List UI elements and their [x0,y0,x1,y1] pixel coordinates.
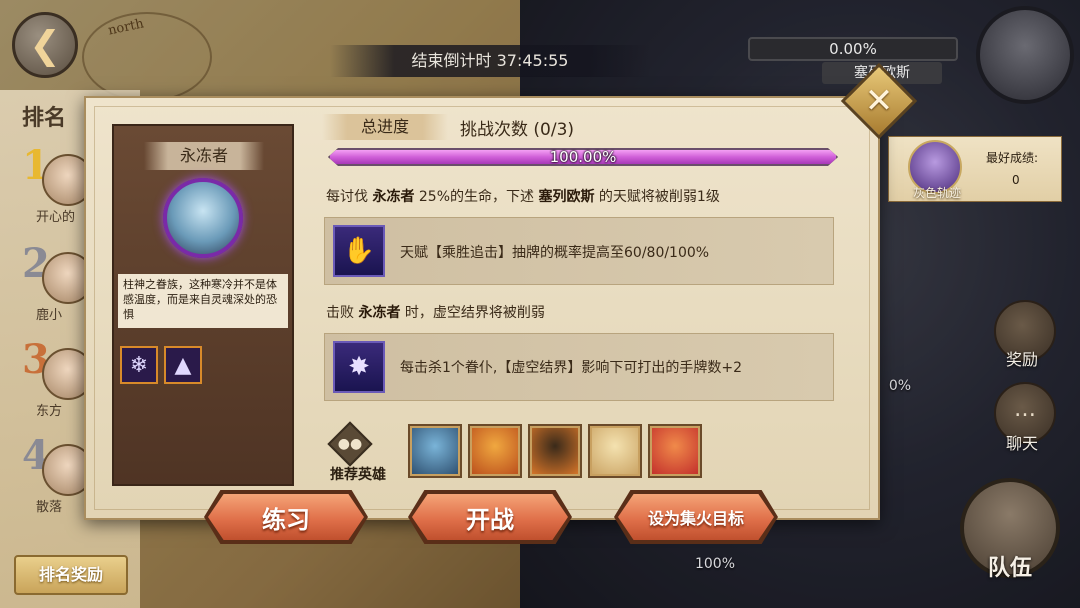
best-score-label: 最好成绩: [986,151,1039,165]
boss-card-name: 永冻者 [144,142,264,170]
rank-title: 排名 [22,106,67,131]
people-icon: ●● [337,436,363,452]
rule-text: 25%的生命，下述 [414,189,539,205]
ice-spikes-icon[interactable]: ▲ [164,346,202,384]
best-score-player-name: 灰色轨迹 [912,186,961,200]
fist-talent-icon: ✋ [333,225,385,277]
boss-portrait[interactable] [976,6,1074,104]
chat-label: 聊天 [1005,434,1038,453]
rule-boss-name: 永冻者 [358,305,401,321]
rank-player-name: 散落 [36,500,63,515]
rule-target-name: 塞列欧斯 [538,189,595,205]
weaken-rule-1: 每讨伐 永冻者 25%的生命，下述 塞列欧斯 的天赋将被削弱1级 [326,186,720,206]
rank-player-name: 东方 [36,404,63,419]
recommended-heroes-label: 推荐英雄 [330,467,386,483]
hero-portrait[interactable] [408,424,462,478]
rank-reward-button[interactable]: 排名奖励 [14,555,128,595]
reward-label: 奖励 [1005,350,1038,369]
hero-portrait[interactable] [588,424,642,478]
progress-text: 100.00% [549,148,617,166]
hero-portrait[interactable] [528,424,582,478]
event-countdown: 结束倒计时 37:45:55 [330,45,650,77]
rule-text: 每讨伐 [326,189,373,205]
hero-portrait[interactable] [468,424,522,478]
rule-boss-name: 永冻者 [372,189,415,205]
node-percent: 100% [694,556,736,572]
team-label: 队伍 [987,556,1032,581]
effect-text-2: 每击杀1个眷仆,【虚空结界】影响下可打出的手牌数+2 [400,360,742,376]
back-button[interactable]: ❮ [12,12,78,78]
boss-percent: 0.00% [748,37,958,61]
rule-text: 时，虚空结界将被削弱 [400,305,545,321]
rule-text: 的天赋将被削弱1级 [594,189,720,205]
node-percent: 0% [888,378,912,394]
focus-target-button[interactable]: 设为集火目标 [618,494,774,540]
rule-text: 击败 [326,305,359,321]
practice-button[interactable]: 练习 [208,494,364,540]
chat-bubble-icon: … [1014,397,1036,422]
best-score-value: 0 [1012,173,1020,187]
hero-portrait[interactable] [648,424,702,478]
boss-card-portrait [163,178,243,258]
void-barrier-icon: ✸ [333,341,385,393]
back-arrow-icon: ❮ [29,23,61,67]
rank-player-name: 鹿小 [36,308,63,323]
boss-card-description: 柱神之眷族，这种寒冷并不是体感温度，而是来自灵魂深处的恐惧 [118,274,288,328]
total-progress-tag: 总进度 [322,114,448,140]
battle-button[interactable]: 开战 [412,494,568,540]
weaken-rule-2: 击败 永冻者 时，虚空结界将被削弱 [326,302,545,322]
rank-player-name: 开心的 [36,210,76,225]
challenge-count: 挑战次数 (0/3) [460,120,575,140]
snowflake-icon[interactable]: ❄ [120,346,158,384]
close-icon[interactable]: ✕ [852,74,906,128]
effect-text-1: 天赋【乘胜追击】抽牌的概率提高至60/80/100% [400,245,710,261]
